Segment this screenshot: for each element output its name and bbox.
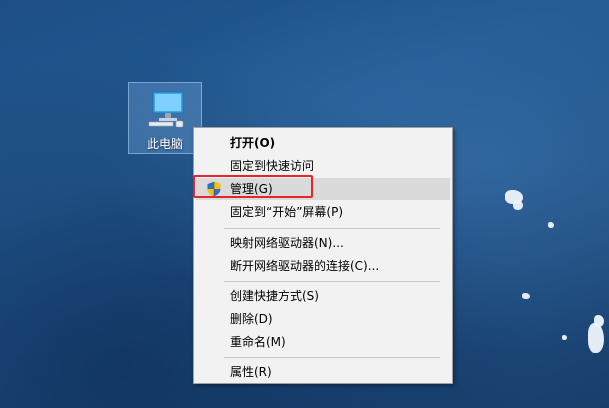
- wallpaper-snowflake: [548, 222, 554, 228]
- menu-item-label: 删除(D): [230, 312, 273, 326]
- menu-item-map-network-drive[interactable]: 映射网络驱动器(N)...: [196, 232, 450, 254]
- menu-item-rename[interactable]: 重命名(M): [196, 331, 450, 353]
- menu-item-label: 固定到快速访问: [230, 159, 315, 173]
- wallpaper-snowflake: [513, 200, 523, 210]
- menu-item-label: 断开网络驱动器的连接(C)...: [230, 259, 380, 273]
- menu-separator: [224, 228, 440, 229]
- menu-item-disconnect-network-drive[interactable]: 断开网络驱动器的连接(C)...: [196, 255, 450, 277]
- desktop-icon-label: 此电脑: [146, 137, 183, 151]
- wallpaper-snowflake: [522, 293, 530, 299]
- menu-item-label: 重命名(M): [230, 335, 286, 349]
- menu-item-pin-start[interactable]: 固定到“开始”屏幕(P): [196, 201, 450, 223]
- this-pc-desktop-icon[interactable]: 此电脑: [128, 82, 202, 154]
- menu-item-create-shortcut[interactable]: 创建快捷方式(S): [196, 285, 450, 307]
- wallpaper-snowflake: [588, 323, 604, 353]
- desktop[interactable]: 此电脑 打开(O) 固定到快速访问 管理(G) 固定到“开始”屏幕(P) 映射网…: [0, 0, 609, 408]
- menu-item-properties[interactable]: 属性(R): [196, 361, 450, 383]
- menu-item-label: 映射网络驱动器(N)...: [230, 236, 344, 250]
- menu-item-open[interactable]: 打开(O): [196, 132, 450, 154]
- wallpaper-snowflake: [594, 315, 604, 327]
- menu-separator: [224, 281, 440, 282]
- computer-icon: [148, 91, 184, 128]
- menu-separator: [224, 357, 440, 358]
- menu-item-label: 创建快捷方式(S): [230, 289, 319, 303]
- menu-item-pin-quick-access[interactable]: 固定到快速访问: [196, 155, 450, 177]
- menu-item-label: 属性(R): [230, 365, 272, 379]
- context-menu: 打开(O) 固定到快速访问 管理(G) 固定到“开始”屏幕(P) 映射网络驱动器…: [193, 127, 453, 384]
- wallpaper-snowflake: [562, 335, 567, 340]
- menu-item-label: 打开(O): [230, 136, 276, 150]
- menu-item-label: 固定到“开始”屏幕(P): [230, 205, 344, 219]
- annotation-highlight-box: [193, 175, 313, 198]
- menu-item-delete[interactable]: 删除(D): [196, 308, 450, 330]
